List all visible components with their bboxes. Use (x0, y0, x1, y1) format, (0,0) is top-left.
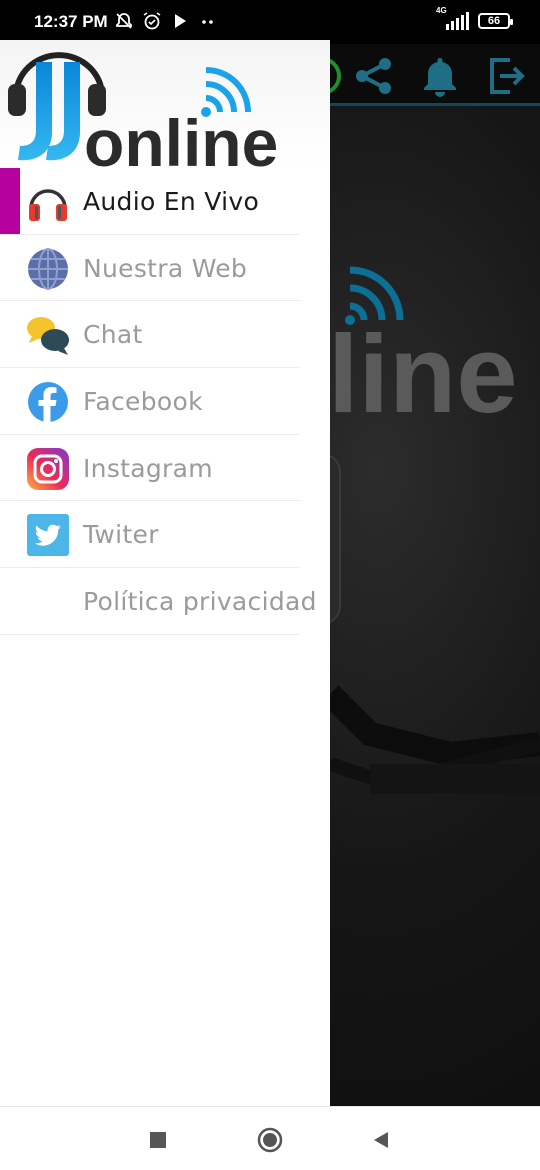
menu-item-audio-en-vivo[interactable]: Audio En Vivo (0, 168, 330, 235)
exit-icon[interactable] (484, 54, 528, 98)
menu-item-label: Instagram (83, 453, 213, 483)
menu-item-politica-privacidad[interactable]: Política privacidad (0, 568, 330, 635)
status-right-icons: 4G 66 (436, 6, 513, 30)
network-type: 4G (436, 6, 447, 15)
battery-level: 66 (487, 15, 501, 27)
background-logo: line (330, 244, 540, 424)
menu-item-chat[interactable]: Chat (0, 301, 330, 369)
drawer-logo-text: online (84, 106, 278, 168)
drawer-menu: Audio En Vivo Nuestra Web Chat Facebook … (0, 168, 330, 635)
more-dots-icon (198, 11, 218, 31)
bell-icon[interactable] (418, 54, 462, 98)
divider (0, 633, 300, 635)
recents-button[interactable] (145, 1127, 171, 1153)
navigation-drawer: online Audio En Vivo Nuestra Web Chat Fa… (0, 40, 330, 1106)
menu-item-twiter[interactable]: Twiter (0, 501, 330, 569)
back-button[interactable] (368, 1127, 394, 1153)
headphones-icon (26, 180, 70, 224)
status-time: 12:37 PM (34, 12, 108, 31)
instagram-icon (26, 447, 70, 491)
menu-item-instagram[interactable]: Instagram (0, 435, 330, 502)
battery-icon: 66 (478, 13, 513, 29)
drawer-header-logo: online (0, 40, 330, 168)
menu-item-label: Facebook (83, 387, 203, 417)
chat-bubbles-icon (26, 313, 70, 357)
microphone-image (299, 444, 540, 1044)
signal-icon: 4G (436, 6, 470, 30)
globe-icon (26, 247, 70, 291)
alarm-clock-icon (142, 11, 162, 31)
menu-item-label: Twiter (83, 520, 159, 550)
menu-item-label: Nuestra Web (83, 253, 248, 283)
play-icon (170, 11, 190, 31)
status-bar: 12:37 PM 4G 66 (0, 0, 540, 44)
facebook-icon (26, 380, 70, 424)
menu-item-label: Audio En Vivo (83, 187, 260, 216)
menu-item-nuestra-web[interactable]: Nuestra Web (0, 235, 330, 302)
menu-item-label: Política privacidad (83, 587, 317, 617)
home-button[interactable] (257, 1127, 283, 1153)
system-navigation-bar (0, 1106, 540, 1170)
twitter-icon (26, 513, 70, 557)
alarm-off-icon (114, 11, 134, 31)
menu-item-facebook[interactable]: Facebook (0, 368, 330, 435)
background-logo-text: line (330, 313, 518, 424)
menu-item-label: Chat (83, 320, 143, 350)
status-notification-icons (114, 11, 218, 31)
active-indicator (0, 168, 20, 234)
share-icon[interactable] (352, 54, 396, 98)
